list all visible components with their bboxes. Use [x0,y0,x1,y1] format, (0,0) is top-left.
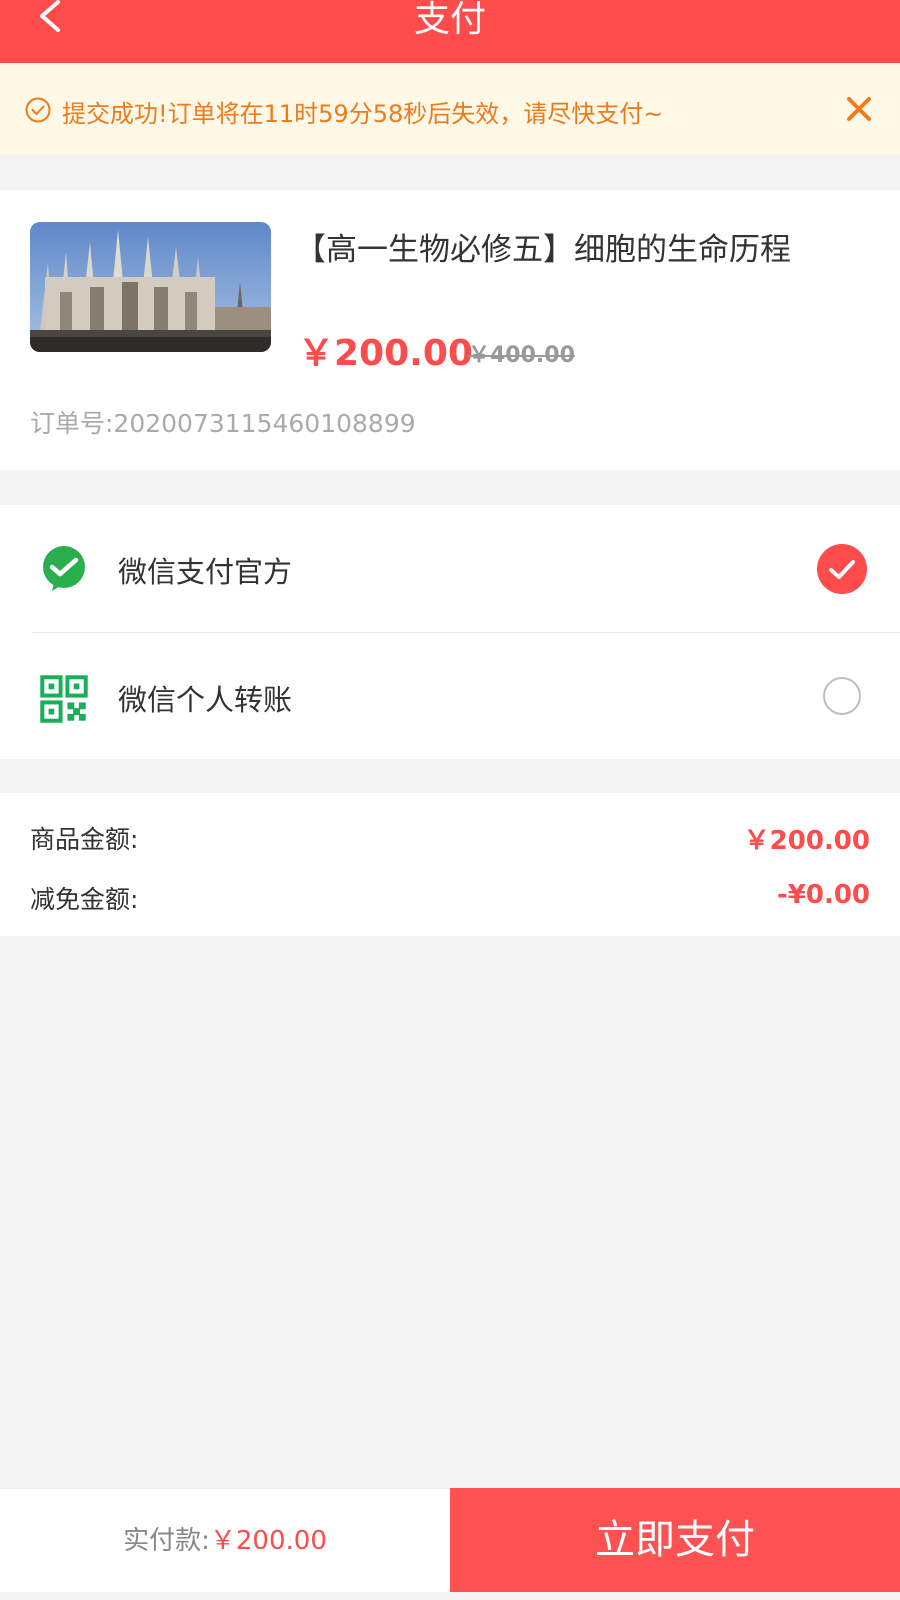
payment-option-wechat-official[interactable]: 微信支付官方 [0,505,900,630]
discount-amount-label: 减免金额: [30,885,139,914]
check-circle-icon [25,97,51,123]
product-thumbnail [30,222,271,352]
notice-text: 提交成功!订单将在11时59分58秒后失效，请尽快支付~ [62,100,664,128]
product-price: ￥200.00 [298,333,473,374]
cathedral-photo [30,222,271,352]
product-original-price: ￥400.00 [468,343,575,368]
total-label: 实付款: [123,1526,210,1556]
payment-option-label: 微信个人转账 [118,683,293,717]
total-payable: 实付款:￥200.00 [0,1520,450,1557]
product-title: 【高一生物必修五】细胞的生命历程 [295,232,791,268]
goods-amount-value: ￥200.00 [743,826,870,856]
unchecked-circle-icon [823,677,861,715]
wechat-pay-icon [43,546,85,591]
pay-now-button[interactable]: 立即支付 [450,1488,900,1592]
discount-amount-value: -¥0.00 [776,880,870,910]
goods-amount-label: 商品金额: [30,825,139,854]
payment-option-wechat-transfer[interactable]: 微信个人转账 [0,633,900,758]
close-icon [847,97,871,121]
order-number: 订单号:2020073115460108899 [30,409,416,438]
payment-option-label: 微信支付官方 [118,555,293,589]
checked-circle-icon [817,544,867,594]
top-bar: 支付 [0,0,900,63]
total-value: ￥200.00 [209,1526,327,1556]
page-title: 支付 [413,0,486,40]
notice-close-button[interactable] [844,94,874,124]
qr-code-icon [40,675,88,723]
